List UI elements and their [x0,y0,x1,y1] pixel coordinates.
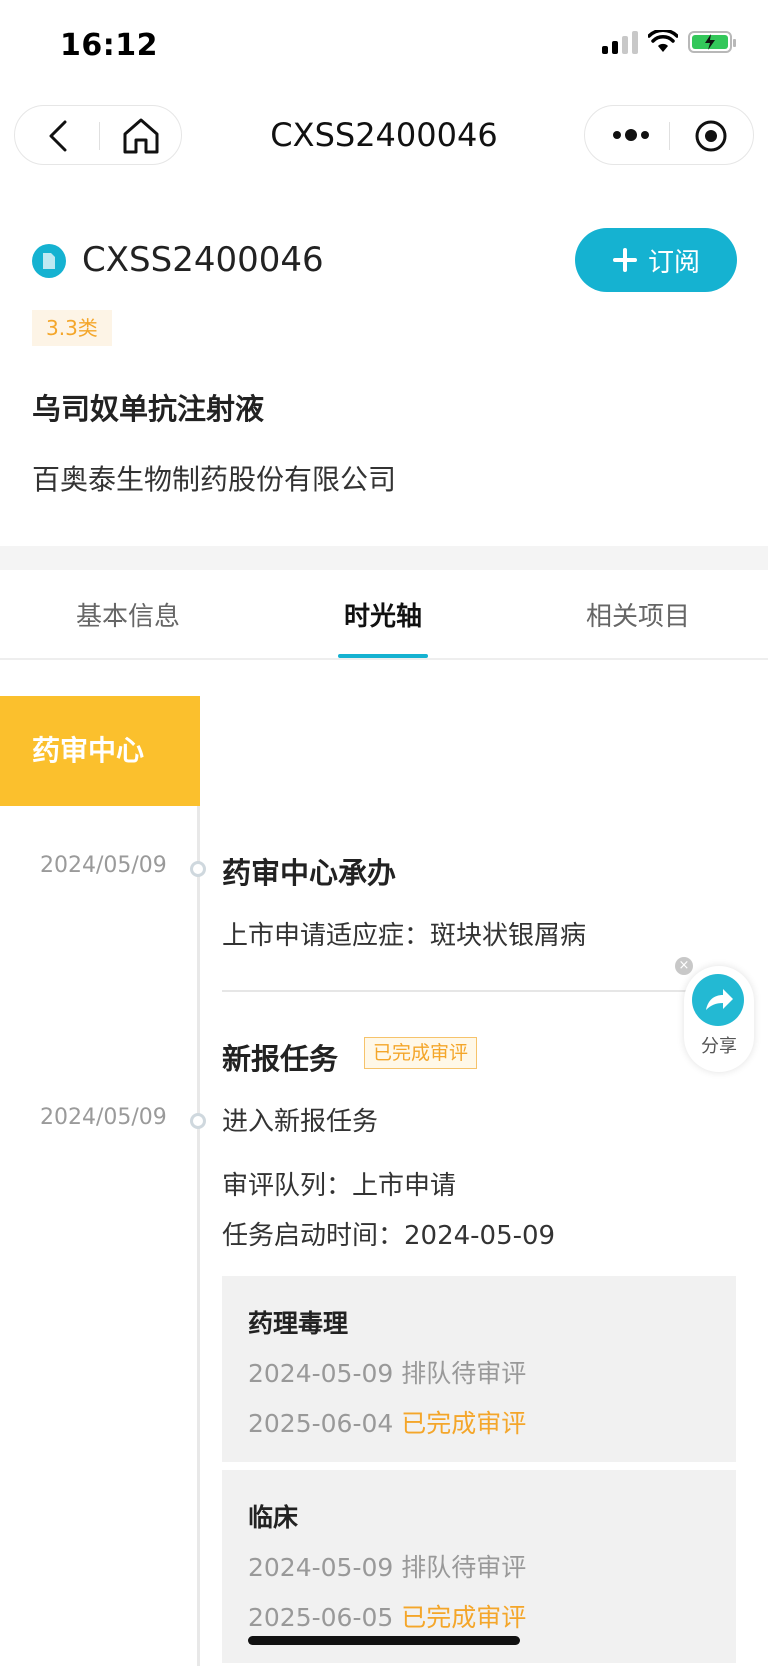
active-tab-indicator [338,654,428,658]
tab-bar: 基本信息 时光轴 相关项目 [0,570,768,660]
review-queued-line: 2024-05-09 排队待审评 [248,1548,526,1584]
review-done-status: 已完成审评 [401,1409,527,1438]
back-icon[interactable] [41,118,77,154]
event-title: 药审中心承办 [222,856,397,890]
review-queued-date: 2024-05-09 [248,1553,394,1582]
review-done-line: 2025-06-05 已完成审评 [248,1598,526,1634]
plus-icon [612,248,637,272]
battery-icon [688,31,736,53]
review-center-label: 药审中心 [0,696,200,806]
event-date: 2024/05/09 [40,1105,167,1130]
event-detail: 进入新报任务 [222,1107,379,1137]
status-bar: 16:12 [0,0,768,96]
section-divider [0,546,768,570]
wifi-icon [648,30,678,52]
tab-timeline[interactable]: 时光轴 [283,596,483,633]
nav-right-capsule [584,105,754,165]
subscribe-label: 订阅 [647,247,700,278]
tab-related-projects[interactable]: 相关项目 [538,596,738,633]
status-icons [602,30,736,54]
review-done-line: 2025-06-04 已完成审评 [248,1404,526,1440]
review-queued-status: 排队待审评 [401,1553,527,1582]
document-id: CXSS2400046 [82,240,324,280]
category-tag: 3.3类 [32,310,112,346]
drug-name: 乌司奴单抗注射液 [32,392,265,426]
review-queued-status: 排队待审评 [401,1359,527,1388]
tab-basic-info[interactable]: 基本信息 [28,596,228,633]
review-box-title: 临床 [248,1503,299,1532]
capsule-divider [669,122,670,150]
signal-icon [602,30,638,54]
home-indicator [248,1636,520,1645]
review-box-clinical: 临床 2024-05-09 排队待审评 2025-06-05 已完成审评 [222,1470,736,1663]
share-button[interactable]: 分享 [684,966,754,1072]
share-label: 分享 [701,1036,737,1057]
timeline-line [197,806,200,1666]
close-miniprogram-icon[interactable] [693,118,729,154]
timeline-dot [190,861,206,877]
event-separator [222,990,742,992]
review-box-pharmacology: 药理毒理 2024-05-09 排队待审评 2025-06-04 已完成审评 [222,1276,736,1462]
review-queued-line: 2024-05-09 排队待审评 [248,1354,526,1390]
document-icon [32,244,66,278]
close-share-icon[interactable]: × [675,957,693,975]
nav-left-capsule [14,105,182,165]
review-done-status: 已完成审评 [401,1603,527,1632]
subscribe-button[interactable]: 订阅 [575,228,737,292]
event-title: 新报任务 [222,1042,339,1076]
status-time: 16:12 [60,28,158,63]
page-title: CXSS2400046 [270,116,498,154]
event-detail: 上市申请适应症：斑块状银屑病 [222,921,587,951]
home-icon[interactable] [119,114,163,158]
status-badge: 已完成审评 [364,1037,478,1069]
review-queued-date: 2024-05-09 [248,1359,394,1388]
review-box-title: 药理毒理 [248,1309,349,1338]
review-done-date: 2025-06-04 [248,1409,394,1438]
share-icon [692,974,744,1026]
event-date: 2024/05/09 [40,853,167,878]
more-icon[interactable] [609,120,653,150]
company-name: 百奥泰生物制药股份有限公司 [32,463,397,496]
timeline-dot [190,1113,206,1129]
task-start-time: 任务启动时间：2024-05-09 [222,1221,556,1251]
review-done-date: 2025-06-05 [248,1603,394,1632]
capsule-divider [99,122,100,150]
review-queue: 审评队列：上市申请 [222,1171,457,1201]
